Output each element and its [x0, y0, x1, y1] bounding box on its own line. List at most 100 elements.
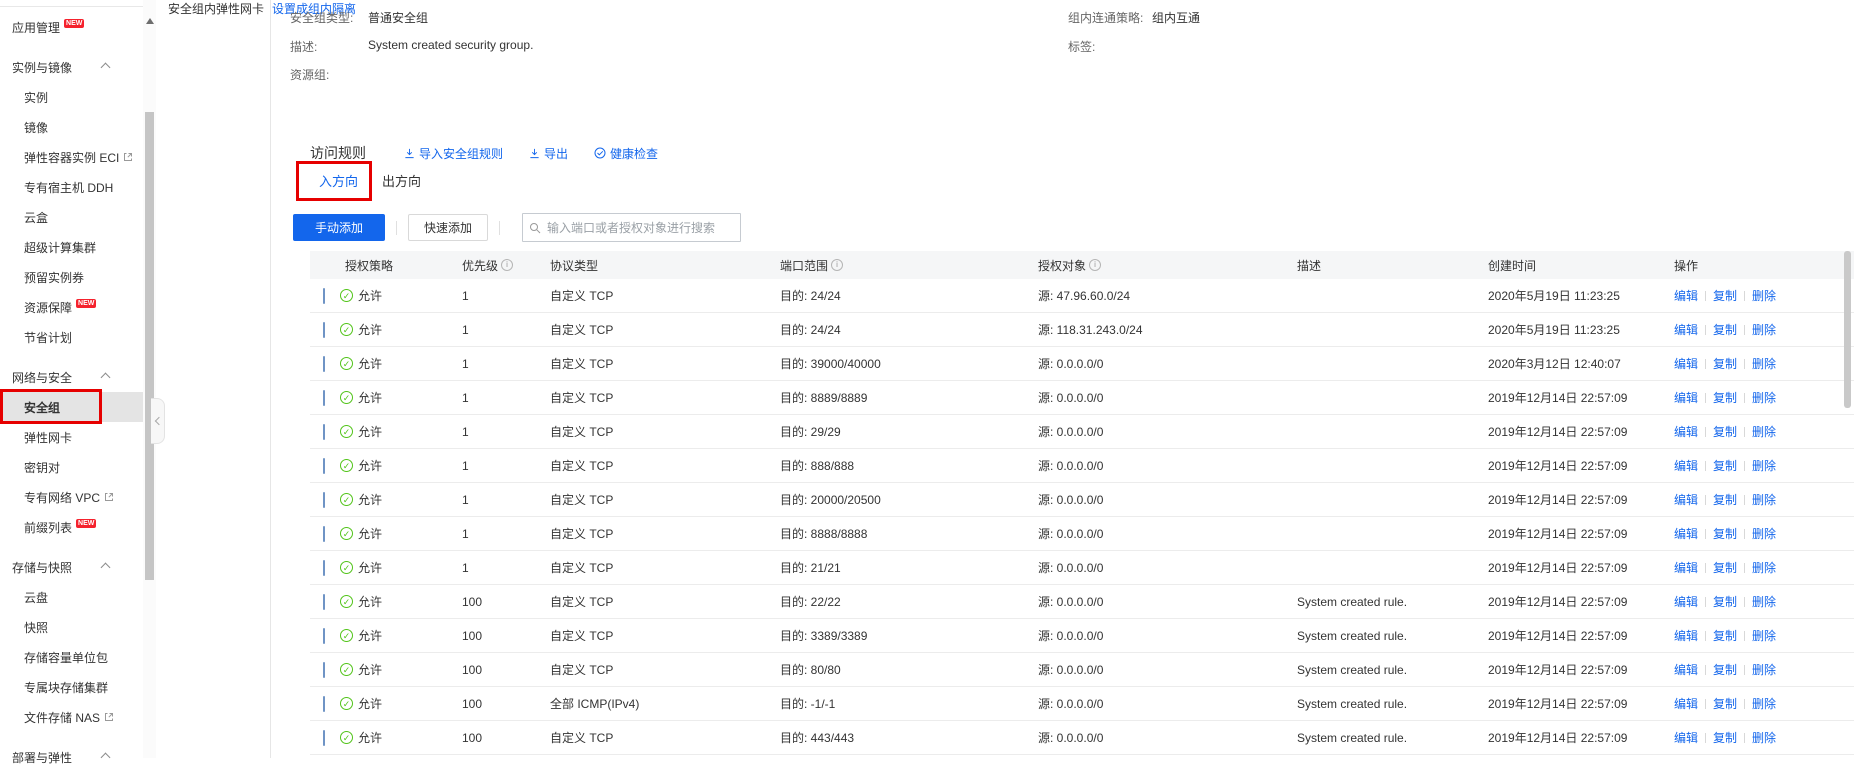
sidebar-item[interactable]: 专有网络 VPC [0, 482, 143, 512]
row-checkbox[interactable] [323, 628, 325, 644]
edit-link[interactable]: 编辑 [1674, 323, 1698, 337]
sidebar-item[interactable]: 快照 [0, 612, 143, 642]
quick-add-button[interactable]: 快速添加 [408, 214, 488, 241]
sidebar-item[interactable]: 专属块存储集群 [0, 672, 143, 702]
edit-link[interactable]: 编辑 [1674, 357, 1698, 371]
sidebar-item[interactable]: 密钥对 [0, 452, 143, 482]
row-checkbox[interactable] [323, 696, 325, 712]
sidebar-item[interactable]: 弹性容器实例 ECI [0, 142, 143, 172]
sidebar-item[interactable]: 存储容量单位包 [0, 642, 143, 672]
delete-link[interactable]: 删除 [1752, 731, 1776, 745]
security-group-detail: 安全组类型: 普通安全组 描述: System created security… [272, 0, 1854, 17]
copy-link[interactable]: 复制 [1713, 289, 1737, 303]
sidebar-item[interactable]: 超级计算集群 [0, 232, 143, 262]
delete-link[interactable]: 删除 [1752, 391, 1776, 405]
copy-link[interactable]: 复制 [1713, 357, 1737, 371]
copy-link[interactable]: 复制 [1713, 697, 1737, 711]
delete-link[interactable]: 删除 [1752, 663, 1776, 677]
row-checkbox[interactable] [323, 322, 325, 338]
health-check-link[interactable]: 健康检查 [594, 145, 658, 162]
delete-link[interactable]: 删除 [1752, 561, 1776, 575]
sidebar-item[interactable]: 云盒 [0, 202, 143, 232]
copy-link[interactable]: 复制 [1713, 459, 1737, 473]
tab-outbound[interactable]: 出方向 [373, 168, 430, 200]
delete-link[interactable]: 删除 [1752, 629, 1776, 643]
edit-link[interactable]: 编辑 [1674, 697, 1698, 711]
sidebar-item[interactable]: 弹性网卡 [0, 422, 143, 452]
table-scrollbar-thumb[interactable] [1844, 251, 1851, 408]
sidebar-item[interactable]: 文件存储 NAS [0, 702, 143, 732]
copy-link[interactable]: 复制 [1713, 391, 1737, 405]
edit-link[interactable]: 编辑 [1674, 425, 1698, 439]
sidebar-scrollbar[interactable] [143, 0, 156, 758]
delete-link[interactable]: 删除 [1752, 493, 1776, 507]
info-icon[interactable]: i [501, 259, 513, 271]
info-icon[interactable]: i [831, 259, 843, 271]
sidebar-item[interactable]: 镜像 [0, 112, 143, 142]
sidebar-item[interactable]: 部署与弹性 [0, 742, 143, 772]
sidebar-collapse-handle[interactable] [151, 398, 165, 444]
import-rules-link[interactable]: 导入安全组规则 [404, 145, 503, 162]
sidebar-item[interactable]: 资源保障 NEW [0, 292, 143, 322]
export-link[interactable]: 导出 [529, 145, 568, 162]
delete-link[interactable]: 删除 [1752, 697, 1776, 711]
delete-link[interactable]: 删除 [1752, 425, 1776, 439]
sidebar-item[interactable]: 预留实例券 [0, 262, 143, 292]
edit-link[interactable]: 编辑 [1674, 289, 1698, 303]
delete-link[interactable]: 删除 [1752, 357, 1776, 371]
sidebar-item[interactable]: 安全组 [0, 392, 143, 422]
copy-link[interactable]: 复制 [1713, 493, 1737, 507]
row-checkbox[interactable] [323, 526, 325, 542]
row-checkbox[interactable] [323, 390, 325, 406]
sidebar-item[interactable]: 节省计划 [0, 322, 143, 352]
copy-link[interactable]: 复制 [1713, 663, 1737, 677]
delete-link[interactable]: 删除 [1752, 323, 1776, 337]
row-checkbox[interactable] [323, 288, 325, 304]
row-checkbox[interactable] [323, 594, 325, 610]
sidebar-item[interactable]: 专有宿主机 DDH [0, 172, 143, 202]
row-checkbox[interactable] [323, 424, 325, 440]
delete-link[interactable]: 删除 [1752, 527, 1776, 541]
sidebar-item[interactable]: 存储与快照 [0, 552, 143, 582]
sidebar-item[interactable]: 应用管理 NEW [0, 12, 143, 42]
search-input[interactable] [522, 213, 741, 242]
action-divider [1705, 563, 1706, 573]
allow-check-icon: ✓ [340, 697, 353, 710]
tab-inbound[interactable]: 入方向 [310, 168, 367, 200]
sidebar-item[interactable]: 实例与镜像 [0, 52, 143, 82]
copy-link[interactable]: 复制 [1713, 731, 1737, 745]
edit-link[interactable]: 编辑 [1674, 527, 1698, 541]
edit-link[interactable]: 编辑 [1674, 663, 1698, 677]
row-checkbox[interactable] [323, 662, 325, 678]
row-checkbox[interactable] [323, 560, 325, 576]
copy-link[interactable]: 复制 [1713, 629, 1737, 643]
edit-link[interactable]: 编辑 [1674, 459, 1698, 473]
delete-link[interactable]: 删除 [1752, 289, 1776, 303]
edit-link[interactable]: 编辑 [1674, 595, 1698, 609]
copy-link[interactable]: 复制 [1713, 425, 1737, 439]
edit-link[interactable]: 编辑 [1674, 561, 1698, 575]
row-checkbox[interactable] [323, 730, 325, 746]
sidebar-item[interactable]: 网络与安全 [0, 362, 143, 392]
copy-link[interactable]: 复制 [1713, 561, 1737, 575]
row-checkbox[interactable] [323, 492, 325, 508]
row-checkbox[interactable] [323, 458, 325, 474]
row-checkbox[interactable] [323, 356, 325, 372]
sidebar-item[interactable]: 前缀列表 NEW [0, 512, 143, 542]
sidebar-scrollbar-thumb[interactable] [145, 112, 154, 580]
copy-link[interactable]: 复制 [1713, 527, 1737, 541]
sidebar-item[interactable]: 云盘 [0, 582, 143, 612]
copy-link[interactable]: 复制 [1713, 323, 1737, 337]
sidebar-item[interactable]: 实例 [0, 82, 143, 112]
edit-link[interactable]: 编辑 [1674, 493, 1698, 507]
delete-link[interactable]: 删除 [1752, 595, 1776, 609]
delete-link[interactable]: 删除 [1752, 459, 1776, 473]
edit-link[interactable]: 编辑 [1674, 391, 1698, 405]
edit-link[interactable]: 编辑 [1674, 731, 1698, 745]
edit-link[interactable]: 编辑 [1674, 629, 1698, 643]
scroll-up-arrow-icon[interactable] [146, 18, 154, 24]
copy-link[interactable]: 复制 [1713, 595, 1737, 609]
info-icon[interactable]: i [1089, 259, 1101, 271]
secondary-item-eni[interactable]: 安全组内弹性网卡 [157, 0, 270, 18]
manual-add-button[interactable]: 手动添加 [293, 214, 385, 241]
